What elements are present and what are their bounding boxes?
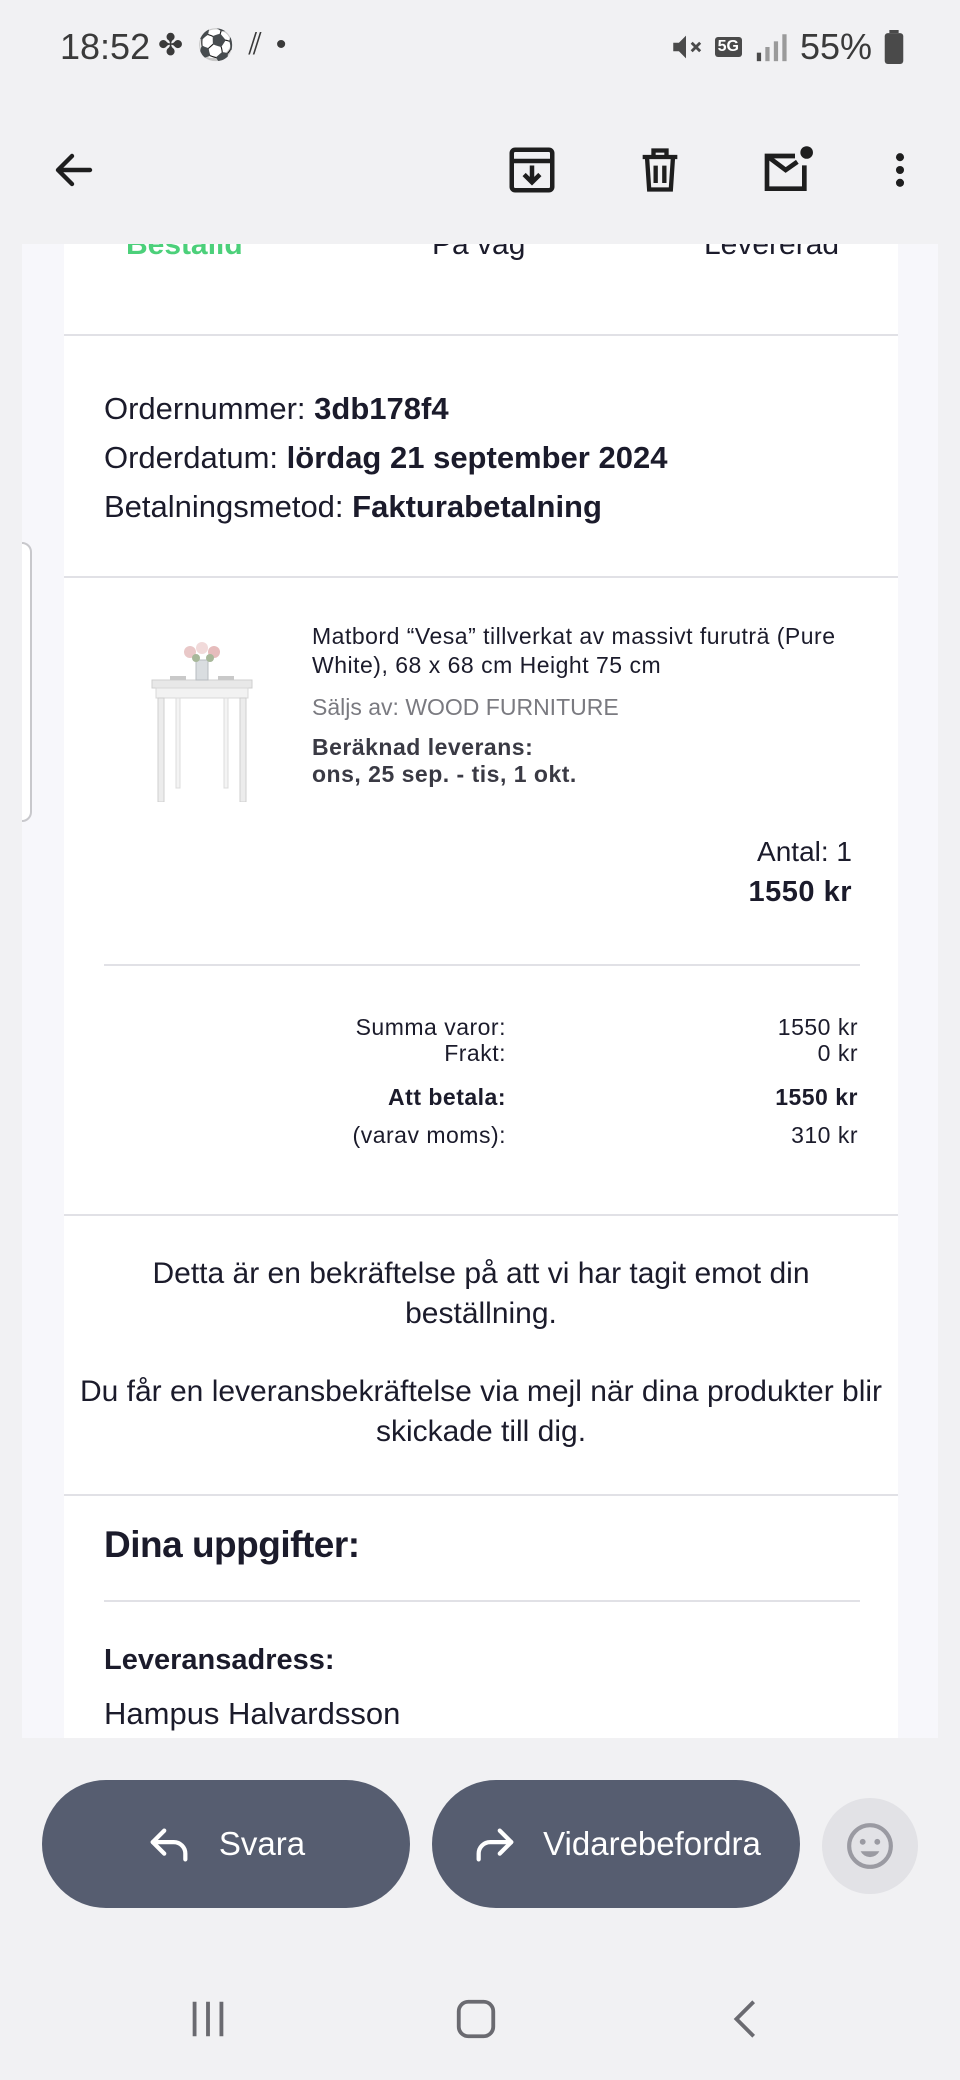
- status-bar: 18:52 ✤ ⚽ ⫽ • 5G 55%: [0, 0, 960, 96]
- trash-icon: [642, 148, 678, 192]
- order-date-value: lördag 21 september 2024: [286, 440, 668, 475]
- progress-step-ordered: Beställd: [126, 244, 243, 261]
- shipping-value: 0 kr: [817, 1040, 858, 1066]
- mute-icon: [672, 35, 701, 59]
- details-heading: Dina uppgifter:: [104, 1524, 360, 1565]
- divider: [104, 1600, 860, 1602]
- reply-icon: [150, 1828, 188, 1862]
- emoji-reaction-button[interactable]: [822, 1798, 918, 1894]
- progress-step-shipping: På väg: [432, 244, 526, 261]
- product-quantity: Antal: 1: [757, 836, 852, 867]
- status-time: 18:52: [60, 26, 151, 67]
- confirmation-text: Detta är en bekräftelse på att vi har ta…: [152, 1257, 810, 1330]
- side-panel-handle[interactable]: [22, 542, 32, 822]
- vat-value: 310 kr: [791, 1122, 858, 1148]
- reply-button[interactable]: Svara: [42, 1780, 410, 1908]
- subtotal-label: Summa varor:: [355, 1014, 506, 1040]
- signal-icon: [756, 34, 787, 62]
- email-body[interactable]: Beställd På väg Levererad Ordernummer: 3…: [22, 244, 938, 1738]
- reply-label: Svara: [218, 1825, 306, 1862]
- signal-lines-icon: ⫽: [248, 28, 262, 61]
- estimated-delivery: Beräknad leverans: ons, 25 sep. - tis, 1…: [312, 734, 577, 788]
- forward-label: Vidarebefordra: [543, 1825, 761, 1862]
- order-date-label: Orderdatum:: [104, 440, 279, 475]
- system-nav-bar: [0, 1958, 960, 2080]
- order-date-row: Orderdatum: lördag 21 september 2024: [104, 433, 667, 482]
- reply-action-bar: Svara Vidarebefordra: [0, 1738, 960, 1958]
- estimated-delivery-value: ons, 25 sep. - tis, 1 okt.: [312, 761, 577, 787]
- smiley-icon: [847, 1823, 893, 1869]
- progress-step-delivered: Levererad: [704, 244, 840, 261]
- forward-button[interactable]: Vidarebefordra: [432, 1780, 800, 1908]
- back-nav-button[interactable]: [706, 1988, 786, 2050]
- archive-icon: [509, 147, 555, 193]
- dot-icon: •: [275, 28, 287, 61]
- divider: [104, 964, 860, 966]
- product-price: 1550 kr: [748, 876, 852, 908]
- order-number-label: Ordernummer:: [104, 391, 306, 426]
- vat-label: (varav moms):: [352, 1122, 506, 1148]
- delivery-address-label: Leveransadress:: [104, 1644, 335, 1676]
- more-vert-icon: [895, 153, 905, 187]
- divider: [64, 334, 898, 336]
- arrow-left-icon: [55, 153, 93, 187]
- chevron-left-icon: [733, 2000, 756, 2038]
- more-options-button[interactable]: [860, 130, 940, 210]
- customer-name: Hampus Halvardsson: [104, 1696, 401, 1731]
- payment-method-label: Betalningsmetod:: [104, 489, 344, 524]
- order-number-row: Ordernummer: 3db178f4: [104, 384, 667, 433]
- delete-button[interactable]: [620, 130, 700, 210]
- delivery-notice-text: Du får en leveransbekräftelse via mejl n…: [79, 1375, 883, 1448]
- top-app-bar: [0, 96, 960, 244]
- battery-icon: [884, 30, 904, 64]
- payment-method-value: Fakturabetalning: [352, 489, 602, 524]
- shipping-label: Frakt:: [444, 1040, 506, 1066]
- mark-unread-button[interactable]: [748, 130, 828, 210]
- product-image[interactable]: [146, 640, 258, 802]
- forward-icon: [476, 1828, 514, 1862]
- total-label: Att betala:: [388, 1084, 506, 1110]
- estimated-delivery-label: Beräknad leverans:: [312, 734, 534, 760]
- network-badge: 5G: [714, 37, 742, 57]
- home-icon: [456, 1999, 496, 2039]
- product-seller: Säljs av: WOOD FURNITURE: [312, 694, 619, 720]
- mail-unread-icon: [764, 146, 813, 191]
- payment-method-row: Betalningsmetod: Fakturabetalning: [104, 482, 667, 531]
- order-info: Ordernummer: 3db178f4 Orderdatum: lördag…: [104, 384, 667, 531]
- subtotal-value: 1550 kr: [777, 1014, 858, 1040]
- order-progress: Beställd På väg Levererad: [64, 244, 898, 268]
- order-number-value: 3db178f4: [314, 391, 449, 426]
- order-confirmation-card: Beställd På väg Levererad Ordernummer: 3…: [64, 244, 898, 1738]
- divider: [64, 1214, 898, 1216]
- notification-icons: ✤ ⚽ ⫽ •: [158, 28, 286, 63]
- recent-apps-icon: [192, 2001, 224, 2037]
- home-button[interactable]: [436, 1988, 516, 2050]
- status-right: 5G 55%: [669, 26, 904, 68]
- soccer-icon: ⚽: [197, 29, 235, 62]
- archive-button[interactable]: [492, 130, 572, 210]
- product-title[interactable]: Matbord “Vesa” tillverkat av massivt fur…: [312, 622, 872, 680]
- pinwheel-icon: ✤: [158, 29, 184, 62]
- divider: [64, 1494, 898, 1496]
- total-value: 1550 kr: [775, 1084, 858, 1110]
- divider: [64, 576, 898, 578]
- back-button[interactable]: [34, 130, 114, 210]
- battery-percent: 55%: [799, 26, 872, 67]
- recent-apps-button[interactable]: [168, 1988, 248, 2050]
